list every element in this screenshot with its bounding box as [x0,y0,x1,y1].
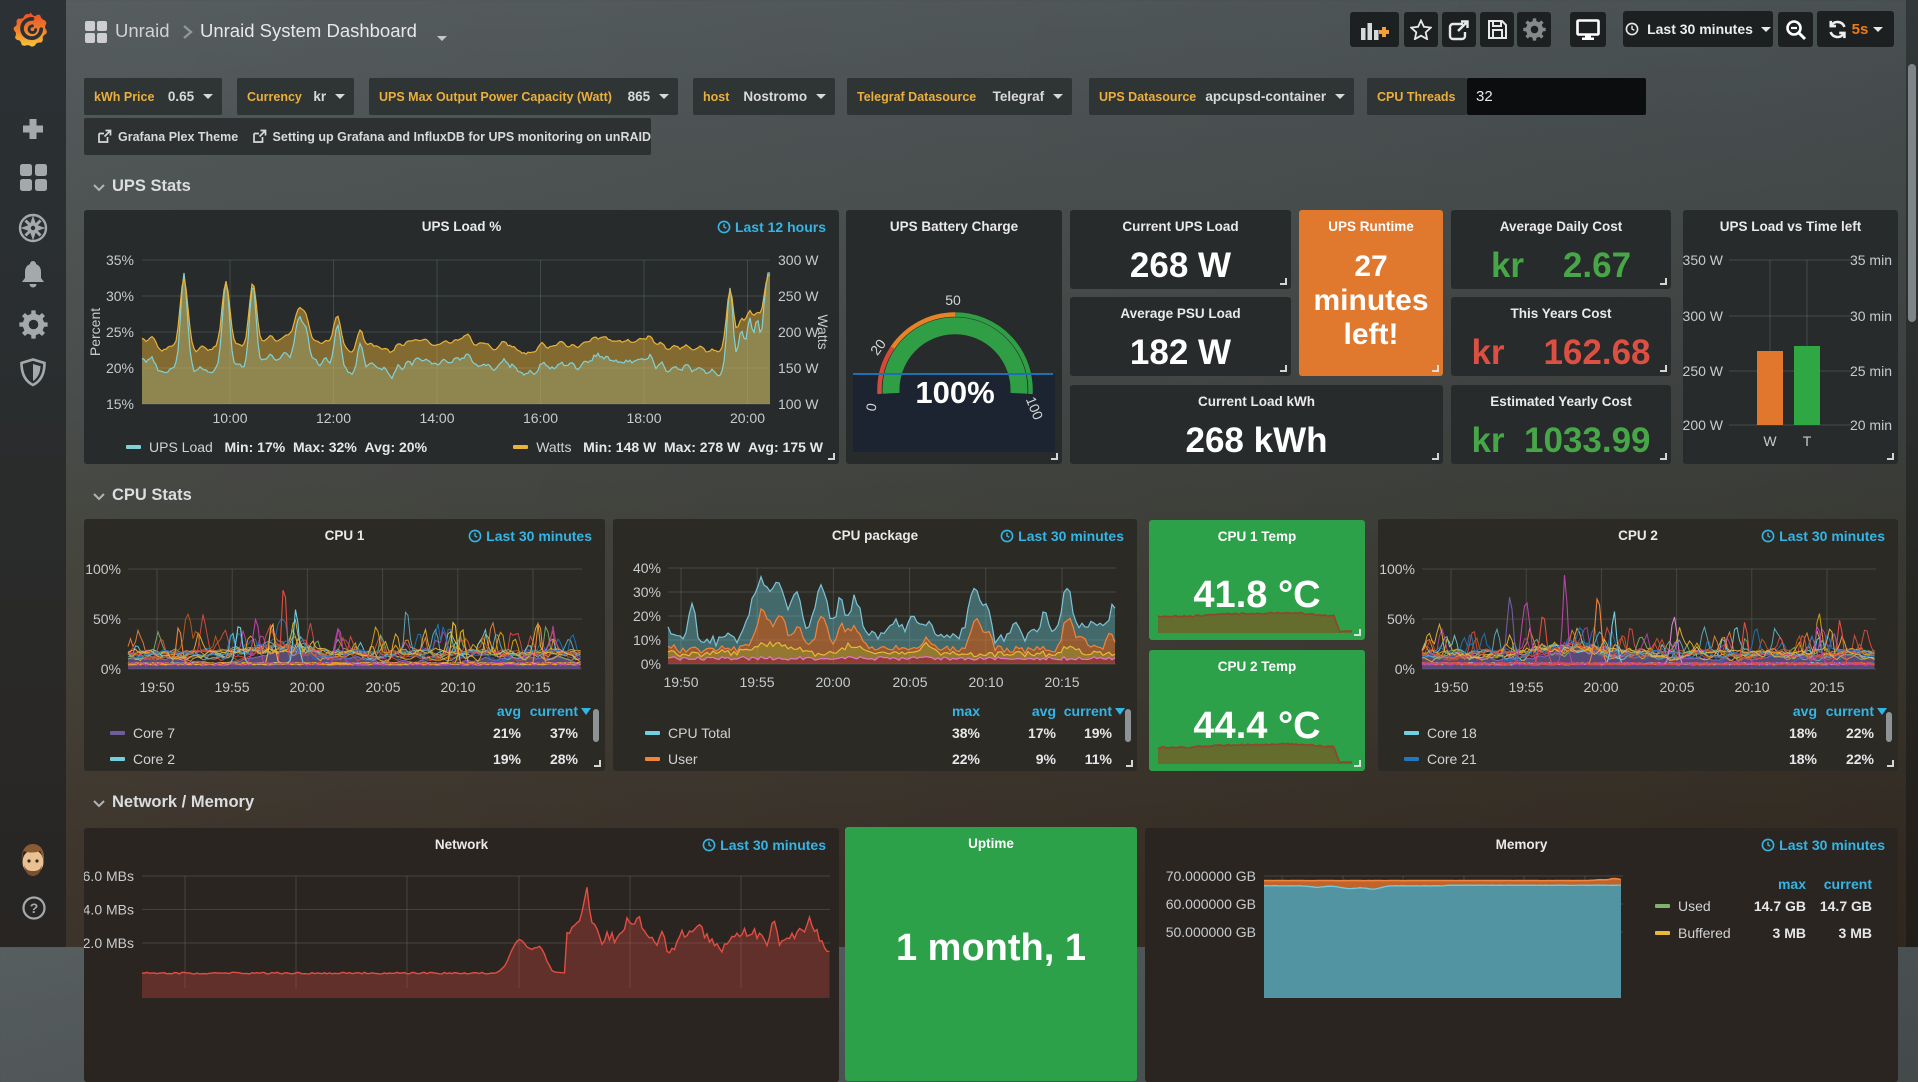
svg-text:10:00: 10:00 [212,410,247,426]
svg-text:20%: 20% [106,360,134,376]
svg-text:25 min: 25 min [1850,363,1892,379]
svg-text:300 W: 300 W [1683,308,1724,324]
svg-text:12:00: 12:00 [316,410,351,426]
svg-text:300 W: 300 W [778,252,819,268]
svg-text:200 W: 200 W [778,324,819,340]
svg-text:20:15: 20:15 [1809,679,1844,695]
svg-text:150 W: 150 W [778,360,819,376]
svg-text:2.0 MBs: 2.0 MBs [84,935,134,951]
svg-text:0%: 0% [1395,661,1415,677]
svg-text:T: T [1803,433,1812,449]
svg-text:10%: 10% [633,632,661,648]
svg-text:14:00: 14:00 [419,410,454,426]
svg-text:30%: 30% [106,288,134,304]
svg-text:0%: 0% [641,656,661,672]
svg-text:20:10: 20:10 [968,674,1003,690]
svg-text:6.0 MBs: 6.0 MBs [84,868,134,884]
svg-text:100%: 100% [1379,561,1415,577]
svg-text:W: W [1763,433,1777,449]
svg-text:20:00: 20:00 [730,410,765,426]
svg-text:20 min: 20 min [1850,417,1892,433]
svg-text:18:00: 18:00 [626,410,661,426]
svg-text:40%: 40% [633,560,661,576]
svg-text:200 W: 200 W [1683,417,1724,433]
svg-text:20:10: 20:10 [1734,679,1769,695]
svg-text:19:50: 19:50 [663,674,698,690]
svg-text:?: ? [30,900,39,916]
svg-text:Watts: Watts [815,314,831,349]
svg-text:20:05: 20:05 [365,679,400,695]
svg-text:19:55: 19:55 [214,679,249,695]
svg-text:20:15: 20:15 [515,679,550,695]
svg-text:35%: 35% [106,252,134,268]
svg-text:0%: 0% [101,661,121,677]
svg-text:16:00: 16:00 [523,410,558,426]
svg-text:70.000000 GB: 70.000000 GB [1166,868,1256,884]
svg-text:20:00: 20:00 [1583,679,1618,695]
svg-text:20:10: 20:10 [440,679,475,695]
svg-text:20:00: 20:00 [289,679,324,695]
svg-text:30%: 30% [633,584,661,600]
svg-text:15%: 15% [106,396,134,412]
svg-text:50: 50 [945,292,961,308]
svg-text:Percent: Percent [87,308,103,356]
svg-text:250 W: 250 W [1683,363,1724,379]
svg-text:100%: 100% [915,375,994,410]
svg-text:50%: 50% [93,611,121,627]
svg-text:20:05: 20:05 [1659,679,1694,695]
svg-text:19:55: 19:55 [739,674,774,690]
svg-text:50%: 50% [1387,611,1415,627]
svg-text:250 W: 250 W [778,288,819,304]
svg-text:19:50: 19:50 [139,679,174,695]
svg-text:50.000000 GB: 50.000000 GB [1166,924,1256,940]
svg-text:350 W: 350 W [1683,252,1724,268]
svg-text:30 min: 30 min [1850,308,1892,324]
svg-text:4.0 MBs: 4.0 MBs [84,902,134,918]
svg-text:20:00: 20:00 [815,674,850,690]
svg-text:20%: 20% [633,608,661,624]
svg-text:100%: 100% [85,561,121,577]
svg-text:60.000000 GB: 60.000000 GB [1166,896,1256,912]
svg-text:35 min: 35 min [1850,252,1892,268]
svg-text:20:15: 20:15 [1044,674,1079,690]
svg-text:25%: 25% [106,324,134,340]
svg-text:19:50: 19:50 [1433,679,1468,695]
svg-text:19:55: 19:55 [1508,679,1543,695]
svg-text:100 W: 100 W [778,396,819,412]
svg-text:20:05: 20:05 [892,674,927,690]
